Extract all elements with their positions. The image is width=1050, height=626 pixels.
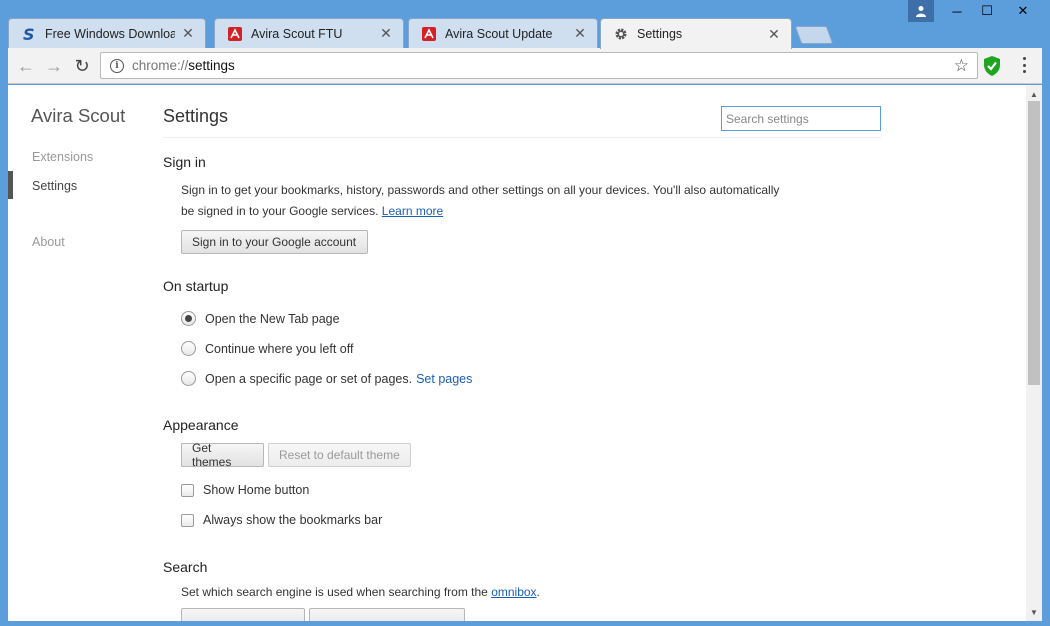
radio-label: Open a specific page or set of pages. [205,371,413,386]
gear-icon [613,26,629,42]
search-settings-input[interactable] [721,106,881,131]
sidebar-item-settings[interactable]: Settings [32,179,77,193]
tab-title: Settings [637,27,683,41]
search-text: Set which search engine is used when sea… [181,585,488,599]
avira-icon [421,26,437,42]
selected-marker [8,171,13,199]
avira-shield-extension-icon[interactable] [982,55,1002,77]
set-pages-link[interactable]: Set pages [416,372,472,386]
avira-icon [227,26,243,42]
browser-toolbar: ← → ↻ i chrome:// settings ☆ [8,48,1042,84]
tab-title: Avira Scout FTU [251,26,343,41]
sidebar-brand: Avira Scout [31,105,126,126]
tab-close-icon[interactable]: ✕ [181,25,195,42]
address-bar[interactable]: i chrome:// settings ☆ [100,52,978,79]
tab-title: Avira Scout Update [445,26,553,41]
get-themes-button[interactable]: Get themes [181,441,264,469]
section-heading-on-startup: On startup [163,278,229,294]
new-tab-button[interactable] [794,26,834,44]
page-title: Settings [163,106,229,126]
url-scheme: chrome:// [132,58,189,73]
manage-search-engines-button[interactable] [309,608,465,621]
radio-button-selected[interactable] [181,311,196,326]
sign-in-description: Sign in to get your bookmarks, history, … [181,180,801,222]
tab-close-icon[interactable]: ✕ [573,25,587,42]
search-description: Set which search engine is used when sea… [181,582,801,603]
section-heading-sign-in: Sign in [163,154,206,170]
show-bookmarks-bar-option[interactable]: Always show the bookmarks bar [181,513,382,527]
scrollbar-thumb[interactable] [1028,101,1040,385]
tab-close-icon[interactable]: ✕ [767,26,781,43]
page-content: Avira Scout Extensions Settings About Se… [8,85,1042,621]
back-button[interactable]: ← [16,56,36,76]
sign-in-text-1: Sign in to get your bookmarks, history, … [181,183,780,197]
tab-avira-scout-update[interactable]: Avira Scout Update ✕ [408,18,598,48]
section-heading-search: Search [163,559,208,575]
tab-avira-scout-ftu[interactable]: Avira Scout FTU ✕ [214,18,404,48]
svg-text:S: S [23,26,35,42]
url-path: settings [188,58,235,73]
learn-more-link[interactable]: Learn more [382,204,443,218]
forward-button[interactable]: → [44,56,64,76]
reset-theme-button[interactable]: Reset to default theme [268,443,411,467]
checkbox[interactable] [181,483,194,497]
startup-option-continue[interactable]: Continue where you left off [181,341,353,356]
scroll-up-arrow-icon[interactable]: ▲ [1026,87,1042,101]
checkbox-label: Always show the bookmarks bar [203,513,383,527]
bookmark-star-icon[interactable]: ☆ [954,56,969,76]
sign-in-google-button[interactable]: Sign in to your Google account [181,230,368,254]
radio-button[interactable] [181,371,196,386]
startup-option-specific-pages[interactable]: Open a specific page or set of pages. Se… [181,371,472,386]
menu-icon[interactable] [1020,55,1028,75]
checkbox[interactable] [181,513,194,527]
sidebar-item-about[interactable]: About [32,235,65,249]
checkbox-label: Show Home button [203,483,310,497]
sign-in-text-2: be signed in to your Google services. [181,204,379,218]
softpedia-s-icon: S [21,26,37,42]
divider [163,137,881,138]
radio-button[interactable] [181,341,196,356]
scroll-down-arrow-icon[interactable]: ▼ [1026,605,1042,619]
search-text-period: . [536,585,540,599]
radio-label: Open the New Tab page [205,311,340,326]
search-engine-select[interactable] [181,608,305,621]
sidebar-item-extensions[interactable]: Extensions [32,150,93,164]
tab-settings[interactable]: Settings ✕ [600,18,792,49]
info-icon[interactable]: i [110,58,124,73]
section-heading-appearance: Appearance [163,417,239,433]
radio-label: Continue where you left off [205,341,354,356]
vertical-scrollbar[interactable]: ▲ ▼ [1026,85,1042,621]
tab-free-windows-download[interactable]: S Free Windows Download ✕ [8,18,206,48]
show-home-button-option[interactable]: Show Home button [181,483,309,497]
reload-button[interactable]: ↻ [72,56,92,76]
tab-close-icon[interactable]: ✕ [379,25,393,42]
tab-title: Free Windows Download [45,26,175,41]
person-icon [916,6,926,17]
omnibox-link[interactable]: omnibox [491,585,536,599]
browser-window: ─ ☐ ✕ S Free Windows Download ✕ Avira Sc… [0,0,1050,626]
startup-option-new-tab[interactable]: Open the New Tab page [181,311,340,326]
tab-strip: S Free Windows Download ✕ Avira Scout FT… [8,18,1042,49]
